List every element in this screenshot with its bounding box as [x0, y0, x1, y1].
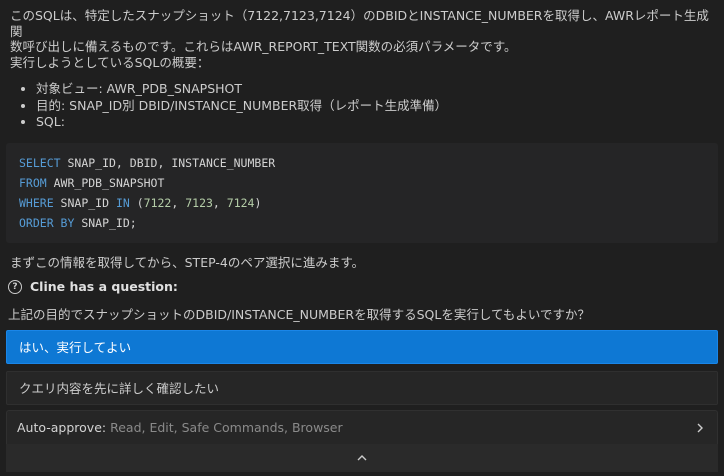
option-button-approve[interactable]: はい、実行してよい [6, 329, 718, 364]
auto-approve-bar[interactable]: Auto-approve: Read, Edit, Safe Commands,… [6, 410, 718, 444]
chevron-right-icon[interactable] [695, 422, 705, 434]
sql-text: SNAP_ID, DBID, INSTANCE_NUMBER [60, 155, 276, 170]
option-label: クエリ内容を先に詳しく確認したい [19, 381, 220, 396]
sql-number: 7124 [226, 195, 255, 210]
message-line: 数呼び出しに備えるものです。これらはAWR_REPORT_TEXT関数の必須パラ… [10, 39, 517, 54]
list-item: SQL: [36, 114, 718, 131]
sql-number: 7122 [143, 195, 172, 210]
chat-panel: このSQLは、特定したスナップショット（7122,7123,7124）のDBID… [0, 0, 724, 476]
message-followup: まずこの情報を取得してから、STEP-4のペア選択に進みます。 [10, 254, 365, 270]
sql-number: 7123 [185, 195, 213, 210]
code-line: FROM AWR_PDB_SNAPSHOT [19, 173, 705, 193]
message-line: このSQLは、特定したスナップショット（7122,7123,7124）のDBID… [10, 8, 709, 39]
code-line: WHERE SNAP_ID IN (7122, 7123, 7124) [19, 193, 705, 213]
question-circle-icon: ? [8, 279, 22, 294]
collapse-toggle[interactable] [6, 444, 718, 472]
code-line: SELECT SNAP_ID, DBID, INSTANCE_NUMBER [19, 153, 705, 173]
sql-code-block: SELECT SNAP_ID, DBID, INSTANCE_NUMBER FRO… [6, 142, 718, 243]
sql-text: SNAP_ID [53, 195, 116, 210]
list-item: 対象ビュー: AWR_PDB_SNAPSHOT [36, 81, 718, 98]
sql-text: ( [129, 195, 144, 210]
sql-text: AWR_PDB_SNAPSHOT [46, 175, 165, 190]
sql-keyword: ORDER BY [19, 215, 75, 230]
sql-text: , [171, 195, 186, 210]
question-header: ? Cline has a question: [6, 279, 718, 295]
auto-approve-value: Read, Edit, Safe Commands, Browser [110, 420, 343, 435]
assistant-message: このSQLは、特定したスナップショット（7122,7123,7124）のDBID… [6, 0, 718, 70]
sql-keyword: IN [115, 195, 130, 210]
code-line: ORDER BY SNAP_ID; [19, 213, 705, 233]
option-button-review-query[interactable]: クエリ内容を先に詳しく確認したい [6, 370, 718, 405]
sql-text: ) [254, 195, 262, 210]
sql-text: , [212, 195, 227, 210]
sql-keyword: SELECT [19, 155, 61, 170]
chevron-up-icon[interactable] [356, 454, 368, 462]
sql-keyword: FROM [19, 175, 47, 190]
question-text: 上記の目的でスナップショットのDBID/INSTANCE_NUMBERを取得する… [8, 306, 590, 322]
message-line: 実行しようとしているSQLの概要： [10, 54, 210, 70]
sql-keyword: WHERE [19, 195, 54, 210]
summary-list: 対象ビュー: AWR_PDB_SNAPSHOT 目的: SNAP_ID別 DBI… [6, 81, 718, 131]
list-item: 目的: SNAP_ID別 DBID/INSTANCE_NUMBER取得（レポート… [36, 98, 718, 115]
option-label: はい、実行してよい [19, 340, 132, 355]
question-title: Cline has a question: [30, 279, 178, 294]
sql-text: SNAP_ID; [74, 215, 137, 230]
auto-approve-label: Auto-approve: [17, 420, 107, 435]
